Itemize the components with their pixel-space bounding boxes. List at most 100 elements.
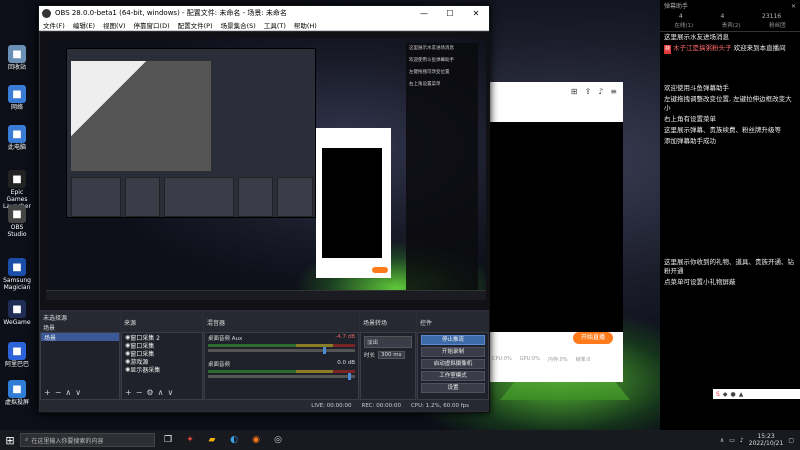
tab-fans[interactable]: 粉丝团: [769, 22, 786, 31]
up-icon[interactable]: ∧: [65, 388, 71, 397]
menu-item[interactable]: 工具(T): [264, 20, 286, 30]
tab-vip[interactable]: 贵宾(2): [722, 22, 741, 31]
danmaku-message: 欢迎使用斗鱼弹幕助手: [660, 83, 800, 94]
desktop-icon[interactable]: ■Epic Games Launcher: [2, 170, 32, 210]
app-icon[interactable]: ●: [730, 391, 735, 398]
task-view-icon[interactable]: ❒: [159, 433, 177, 447]
game-app-icon[interactable]: ✦: [181, 433, 199, 447]
sources-dock: 来源 ◉ 窗口采集 2 ◉ 窗口采集 ◉ 窗口采集 ◉ 游戏源 ◉ 显示器采集 + − …: [121, 312, 203, 400]
menu-item[interactable]: 配置文件(P): [178, 20, 213, 30]
cpu-status: CPU: 1.2%, 60.00 fps: [410, 402, 469, 409]
danmaku-message: 添加弹幕助手成功: [660, 136, 800, 147]
message-text: 右上角有设置菜单: [664, 115, 716, 123]
live-video-area: [488, 122, 623, 332]
gear-icon[interactable]: ⚙: [146, 388, 153, 397]
desktop-icon[interactable]: ■ 回收站: [2, 45, 32, 71]
epic-games-icon: ■: [8, 170, 26, 188]
menu-item[interactable]: 视图(V): [103, 20, 126, 30]
user-name[interactable]: 木子江是搞粥粉头子: [673, 44, 732, 52]
menu-bar: 文件(F) 编辑(E) 视图(V) 停靠窗口(D) 配置文件(P) 场景集合(S) 工具(T…: [39, 20, 489, 31]
close-icon[interactable]: ✕: [463, 9, 489, 18]
clock-time: 15:23: [757, 433, 775, 440]
preview-area[interactable]: 这里展示水友进场消息 欢迎使用斗鱼弹幕助手 左键拖拽可改变位置 右上角设置菜单: [40, 32, 489, 310]
desktop-icon[interactable]: ■ 虚拟投屏: [2, 380, 32, 406]
transitions-title: 场景转场: [360, 312, 416, 332]
add-icon[interactable]: +: [125, 388, 132, 397]
start-live-button[interactable]: 开始直播: [573, 332, 613, 344]
maximize-icon[interactable]: ☐: [437, 9, 463, 18]
danmaku-message: 左键拖拽调整改变位置, 左键拉伸边框改变大小: [660, 94, 800, 114]
desktop-icon[interactable]: ■ Samsung Magician: [2, 258, 32, 291]
close-icon[interactable]: ✕: [791, 2, 796, 10]
douyu-icon[interactable]: ◉: [247, 433, 265, 447]
mixer-dock: 混音器 桌面音频 Aux -4.7 dB 桌面音频 0.0 dB: [204, 312, 359, 400]
danmaku-message: 荷木子江是搞粥粉头子 欢迎来到本直播间: [660, 43, 800, 55]
search-icon: ⌕: [25, 436, 29, 443]
start-recording-button[interactable]: 开始录制: [421, 347, 485, 357]
channel-name: 桌面音频: [208, 362, 231, 368]
menu-item[interactable]: 文件(F): [43, 20, 65, 30]
network-icon[interactable]: ▭: [729, 437, 735, 444]
windows-start-icon[interactable]: ⊞: [0, 434, 20, 447]
danmaku-title: 弹幕助手: [664, 3, 689, 10]
desktop-icon[interactable]: ■ 阿里巴巴: [2, 342, 32, 368]
volume-fader[interactable]: [208, 373, 355, 380]
clock-date: 2022/10/21: [748, 440, 784, 447]
source-item[interactable]: ◉ 显示器采集: [122, 365, 202, 374]
live-companion-window: ⊞ ⇪ ♪ ≡ 开始直播 CPU:0% GPU:0% 内存:0% 帧率:0: [488, 82, 623, 382]
app-icon[interactable]: ▲: [739, 391, 744, 398]
add-icon[interactable]: +: [44, 388, 51, 397]
source-tools: + − ⚙ ∧ ∨: [125, 388, 173, 397]
up-icon[interactable]: ∧: [158, 388, 164, 397]
minimize-icon[interactable]: —: [411, 9, 437, 18]
desktop-icon[interactable]: ■ OBS Studio: [2, 205, 32, 238]
remove-icon[interactable]: −: [55, 388, 62, 397]
obs-taskbar-icon[interactable]: ◎: [269, 433, 287, 447]
message-text: 欢迎来到本直播间: [733, 44, 786, 52]
volume-icon[interactable]: ♪: [740, 437, 744, 444]
transition-select[interactable]: 淡出: [364, 336, 412, 348]
menu-icon[interactable]: ≡: [610, 87, 617, 99]
desktop-icon-label: 虚拟投屏: [4, 399, 29, 406]
scene-item[interactable]: 场景: [41, 333, 119, 342]
bell-icon[interactable]: ♪: [598, 87, 603, 99]
remove-icon[interactable]: −: [136, 388, 143, 397]
taskbar-search[interactable]: ⌕ 在这里输入你要搜索的内容: [20, 433, 155, 447]
tray-popup: S ◆ ● ▲: [713, 389, 800, 399]
stop-streaming-button[interactable]: 停止推流: [421, 335, 485, 345]
overlay-line: 这里展示水友进场消息: [409, 46, 454, 51]
active-scene-label: 未选择源: [40, 312, 120, 322]
menu-item[interactable]: 场景集合(S): [221, 20, 256, 30]
gift-icon[interactable]: ⊞: [571, 87, 578, 99]
danmaku-tabs: 在线(1) 贵宾(2) 粉丝团: [660, 22, 800, 32]
virtual-camera-button[interactable]: 启动虚拟摄像机: [421, 359, 485, 369]
nested-live-window: [316, 128, 391, 278]
desktop-icon-label: Samsung Magician: [3, 277, 31, 291]
clock[interactable]: 15:23 2022/10/21: [749, 433, 784, 447]
chevron-up-icon[interactable]: ∧: [720, 437, 724, 444]
down-icon[interactable]: ∨: [167, 388, 173, 397]
volume-fader[interactable]: [208, 347, 355, 354]
nested-dock: [71, 177, 121, 217]
down-icon[interactable]: ∨: [75, 388, 81, 397]
menu-item[interactable]: 停靠窗口(D): [134, 20, 170, 30]
message-text: 这里展示水友进场消息: [664, 33, 729, 41]
notification-icon[interactable]: ▢: [788, 437, 794, 444]
sogou-icon[interactable]: S: [716, 391, 720, 398]
nested-dock: [277, 177, 313, 217]
studio-mode-button[interactable]: 工作室模式: [421, 371, 485, 381]
app-icon[interactable]: ◆: [723, 391, 728, 398]
folder-icon[interactable]: ▰: [203, 433, 221, 447]
message-text: 点菜单可设置小礼物屏蔽: [664, 278, 736, 286]
share-icon[interactable]: ⇪: [584, 87, 591, 99]
duration-input[interactable]: 300 ms: [378, 351, 405, 359]
desktop-icon[interactable]: ■ WeGame: [2, 300, 32, 326]
settings-button[interactable]: 设置: [421, 383, 485, 393]
edge-icon[interactable]: ◐: [225, 433, 243, 447]
desktop-icon[interactable]: ■ 网络: [2, 85, 32, 111]
tab-online[interactable]: 在线(1): [674, 22, 693, 31]
mixer-channel: 桌面音频 0.0 dB: [205, 359, 358, 385]
menu-item[interactable]: 帮助(H): [294, 20, 317, 30]
menu-item[interactable]: 编辑(E): [73, 20, 95, 30]
desktop-icon[interactable]: ■ 此电脑: [2, 125, 32, 151]
